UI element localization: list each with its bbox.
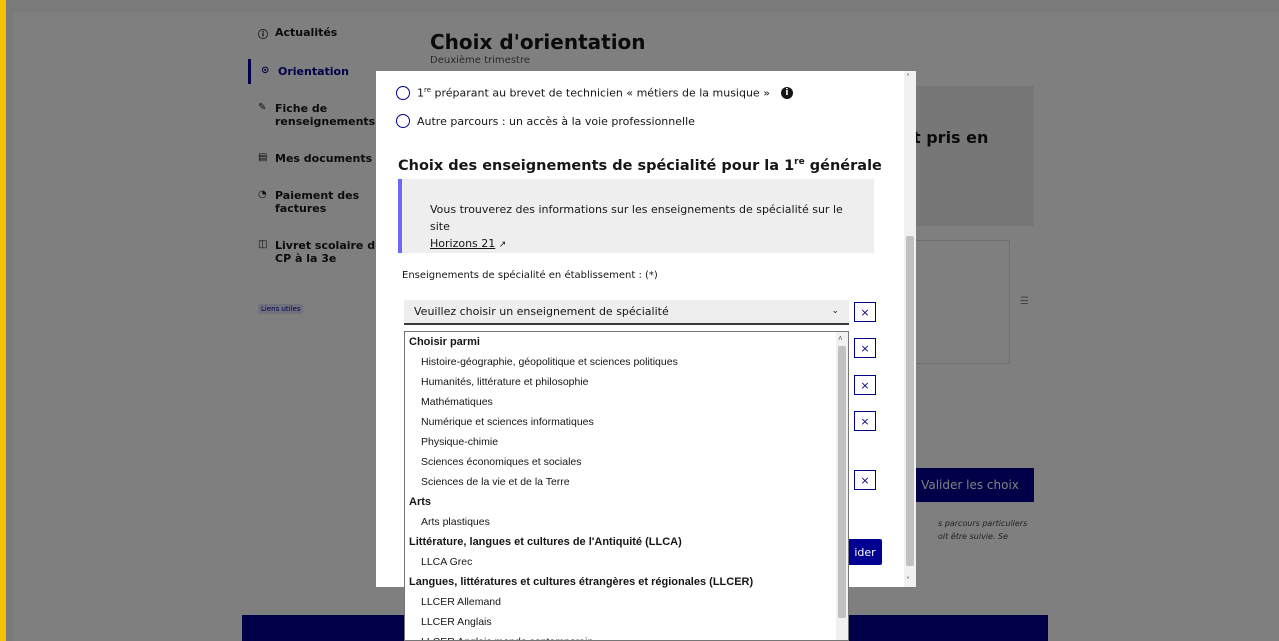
remove-specialty-button[interactable]: ×	[854, 338, 876, 358]
dropdown-option[interactable]: Sciences de la vie et de la Terre	[405, 472, 848, 492]
callout-text: Vous trouverez des informations sur les …	[430, 203, 843, 233]
remove-specialty-button[interactable]: ×	[854, 375, 876, 395]
scrollbar-thumb[interactable]	[906, 236, 914, 566]
dropdown-option[interactable]: LLCA Grec	[405, 552, 848, 572]
scroll-up-icon[interactable]: ˄	[838, 334, 843, 343]
remove-specialty-button[interactable]: ×	[854, 302, 876, 322]
section-heading-text: Choix des enseignements de spécialité po…	[398, 157, 795, 174]
remove-specialty-button[interactable]: ×	[854, 411, 876, 431]
horizons-link[interactable]: Horizons 21	[430, 237, 495, 250]
section-heading-sup: re	[794, 157, 805, 167]
modal-scrollbar[interactable]: ˄ ˅	[904, 71, 916, 587]
dropdown-option[interactable]: Arts plastiques	[405, 512, 848, 532]
external-link-icon: ↗	[498, 240, 507, 250]
accent-bar	[0, 0, 6, 641]
scrollbar-thumb[interactable]	[838, 346, 846, 618]
dropdown-option[interactable]: LLCER Anglais monde contemporain	[405, 632, 848, 640]
radio-option-professionnelle[interactable]: Autre parcours : un accès à la voie prof…	[396, 114, 695, 128]
section-heading: Choix des enseignements de spécialité po…	[398, 157, 882, 174]
scroll-up-icon[interactable]: ˄	[906, 73, 910, 82]
scroll-down-icon[interactable]: ˅	[906, 576, 910, 585]
option-group-label: Langues, littératures et cultures étrang…	[409, 576, 754, 588]
remove-specialty-button[interactable]: ×	[854, 470, 876, 490]
dropdown-option[interactable]: Numérique et sciences informatiques	[405, 412, 848, 432]
radio-button[interactable]	[396, 86, 410, 100]
validate-button[interactable]: ider	[848, 539, 882, 565]
info-callout: Vous trouverez des informations sur les …	[398, 179, 874, 253]
dropdown-option[interactable]: LLCER Allemand	[405, 592, 848, 612]
info-icon[interactable]: i	[780, 87, 793, 99]
specialty-dropdown-list[interactable]: Choisir parmi Histoire-géographie, géopo…	[404, 331, 849, 641]
section-heading-end: générale	[804, 157, 882, 174]
dropdown-option[interactable]: Histoire-géographie, géopolitique et sci…	[405, 352, 848, 372]
dropdown-option[interactable]: Mathématiques	[405, 392, 848, 412]
dropdown-option[interactable]: Humanités, littérature et philosophie	[405, 372, 848, 392]
dropdown-option[interactable]: LLCER Anglais	[405, 612, 848, 632]
option-group-label: Arts	[409, 496, 432, 508]
dropdown-option[interactable]: Physique-chimie	[405, 432, 848, 452]
option-group-label: Littérature, langues et cultures de l'An…	[409, 536, 682, 548]
select-value: Veuillez choisir un enseignement de spéc…	[414, 305, 669, 318]
chevron-down-icon: ⌄	[831, 306, 839, 316]
specialty-field-label: Enseignements de spécialité en établisse…	[402, 270, 658, 281]
dropdown-option[interactable]: Sciences économiques et sociales	[405, 452, 848, 472]
specialty-select[interactable]: Veuillez choisir un enseignement de spéc…	[404, 300, 849, 325]
dropdown-scrollbar[interactable]: ˄	[836, 332, 848, 640]
radio-option-musique[interactable]: 1re préparant au brevet de technicien « …	[396, 86, 793, 100]
radio-label: 1re préparant au brevet de technicien « …	[417, 86, 770, 100]
option-group-label: Choisir parmi	[409, 336, 480, 348]
radio-button[interactable]	[396, 114, 410, 128]
radio-label: Autre parcours : un accès à la voie prof…	[417, 114, 695, 128]
